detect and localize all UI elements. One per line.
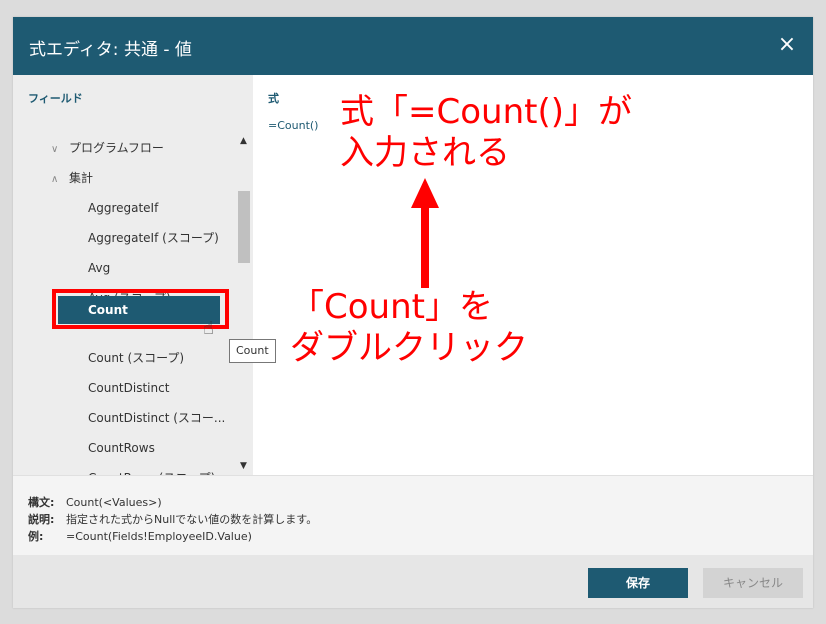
field-item-count-scope[interactable]: Count (スコープ) [88, 347, 184, 369]
info-panel: 構文: Count(<Values>) 説明: 指定された式からNullでない値の数… [13, 475, 813, 556]
field-item-countrows[interactable]: CountRows [88, 437, 155, 459]
syntax-label: 構文: [28, 496, 55, 509]
annotation-result: 式「=Count()」が 入力される [340, 92, 632, 174]
fields-panel: フィールド ∨ プログラムフロー ∧ 集計 AggregateIf Aggregat… [13, 75, 253, 475]
example-value: =Count(Fields!EmployeeID.Value) [66, 530, 252, 543]
field-item-avg[interactable]: Avg [88, 257, 110, 279]
example-label: 例: [28, 530, 44, 543]
title-bar: 式エディタ: 共通 - 値 × [13, 17, 813, 75]
hand-cursor-icon: ☝ [203, 318, 214, 339]
field-item-aggregateif-scope[interactable]: AggregateIf (スコープ) [88, 227, 219, 249]
dialog-title: 式エディタ: 共通 - 値 [29, 40, 192, 60]
scroll-down-icon[interactable]: ▼ [240, 461, 247, 471]
description-value: 指定された式からNullでない値の数を計算します。 [66, 513, 318, 526]
annotation-instruction: 「Count」を ダブルクリック [290, 287, 528, 369]
field-item-aggregateif[interactable]: AggregateIf [88, 197, 158, 219]
description-label: 説明: [28, 513, 55, 526]
field-item-countdistinct[interactable]: CountDistinct [88, 377, 169, 399]
tree-group-program-flow[interactable]: ∨ プログラムフロー [51, 137, 164, 159]
field-item-countdistinct-scope[interactable]: CountDistinct (スコー... [88, 407, 225, 429]
chevron-down-icon: ∨ [51, 144, 59, 155]
annotation-instruction-line1: 「Count」を [290, 287, 493, 327]
tooltip: Count [229, 339, 276, 363]
expression-input[interactable]: =Count() [268, 119, 318, 132]
close-icon[interactable]: × [773, 31, 801, 59]
tree-group-label: 集計 [69, 171, 94, 185]
chevron-up-icon: ∧ [51, 174, 59, 185]
field-item-countrows-scope[interactable]: CountRows (スコープ) [88, 467, 215, 475]
expression-label: 式 [268, 92, 279, 105]
scrollbar-thumb[interactable] [238, 191, 250, 263]
dialog-footer: 保存 キャンセル [13, 555, 813, 608]
arrow-up-icon [411, 178, 439, 288]
example-row: 例: =Count(Fields!EmployeeID.Value) [28, 528, 252, 544]
tree-group-label: プログラムフロー [69, 141, 164, 155]
description-row: 説明: 指定された式からNullでない値の数を計算します。 [28, 511, 317, 527]
scroll-up-icon[interactable]: ▲ [240, 136, 247, 146]
save-button[interactable]: 保存 [588, 568, 688, 598]
annotation-instruction-line2: ダブルクリック [290, 327, 528, 368]
syntax-row: 構文: Count(<Values>) [28, 494, 162, 510]
field-item-count-selected[interactable]: Count [58, 296, 220, 324]
cancel-button[interactable]: キャンセル [703, 568, 803, 598]
annotation-result-line2: 入力される [340, 132, 510, 173]
tree-group-aggregate[interactable]: ∧ 集計 [51, 167, 93, 189]
annotation-result-line1: 式「=Count()」が [340, 92, 632, 132]
fields-label: フィールド [28, 92, 83, 105]
syntax-value: Count(<Values>) [66, 496, 162, 509]
